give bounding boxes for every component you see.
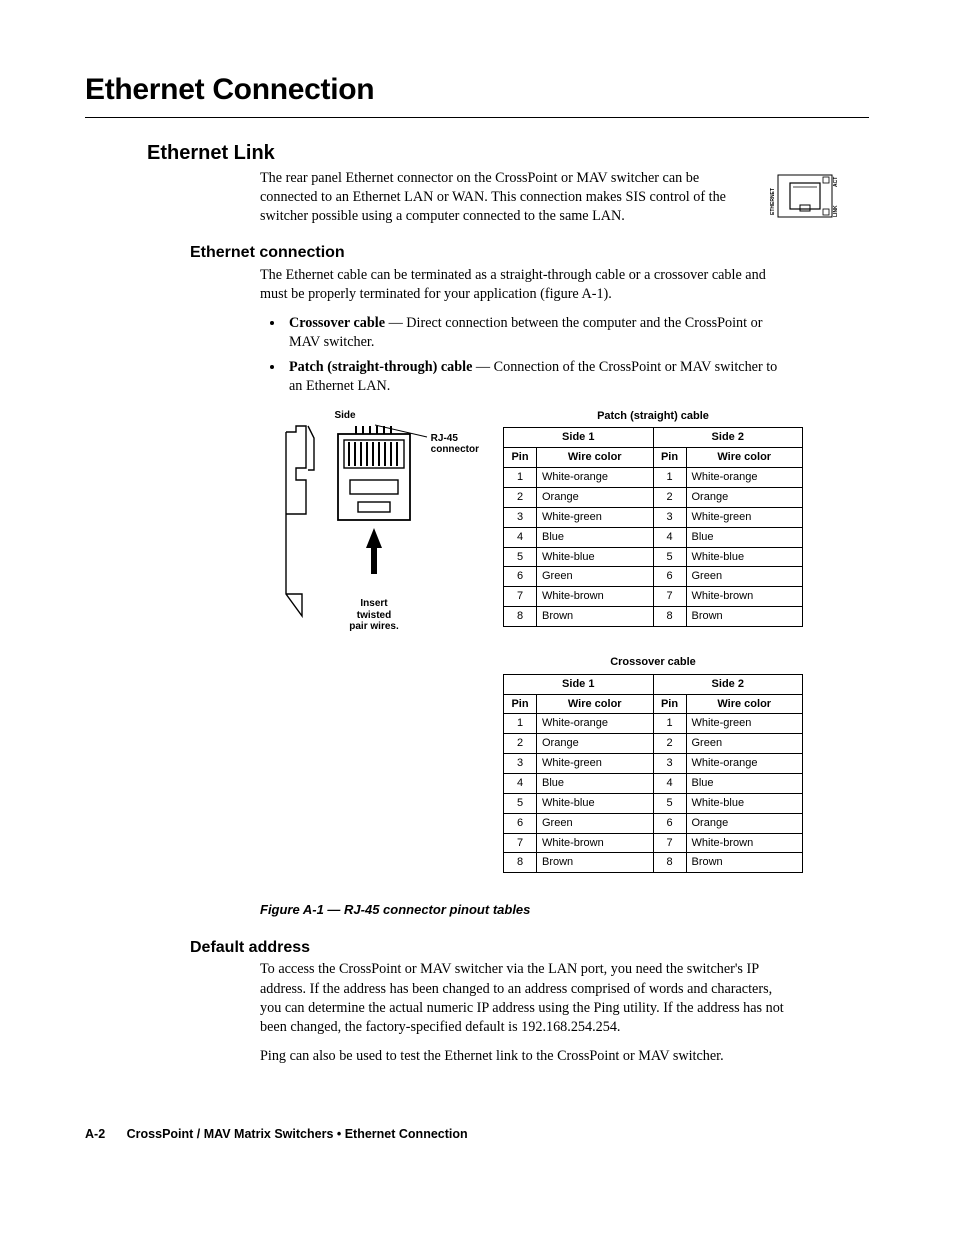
page-title: Ethernet Connection — [85, 70, 869, 111]
list-item: Crossover cable — Direct connection betw… — [285, 314, 784, 352]
connection-paragraph: The Ethernet cable can be terminated as … — [260, 266, 784, 304]
ethernet-port-icon: ETHERNET LINK ACT — [766, 169, 844, 223]
crossover-cable-table: Side 1Side 2 PinWire colorPinWire color … — [503, 674, 803, 873]
table-row: 6Green6Orange — [504, 813, 803, 833]
table-row: 4Blue4Blue — [504, 527, 803, 547]
table-row: 2Orange2Green — [504, 734, 803, 754]
table-row: 7White-brown7White-brown — [504, 833, 803, 853]
table-row: 5White-blue5White-blue — [504, 793, 803, 813]
intro-paragraph: The rear panel Ethernet connector on the… — [260, 169, 752, 227]
default-address-paragraph-2: Ping can also be used to test the Ethern… — [260, 1047, 784, 1066]
rj45-connector-label: RJ-45 connector — [431, 433, 479, 455]
table-row: 7White-brown7White-brown — [504, 587, 803, 607]
page-number: A-2 — [85, 1127, 105, 1141]
cable-type-list: Crossover cable — Direct connection betw… — [285, 314, 784, 397]
side-label: Side — [334, 409, 355, 423]
heading-ethernet-connection: Ethernet connection — [85, 242, 869, 264]
horizontal-rule — [85, 117, 869, 118]
patch-cable-table: Side 1Side 2 PinWire colorPinWire color … — [503, 427, 803, 626]
rj45-front-icon — [330, 424, 418, 594]
table-row: 6Green6Green — [504, 567, 803, 587]
patch-cable-title: Patch (straight) cable — [503, 409, 803, 424]
svg-text:LINK: LINK — [833, 204, 839, 216]
table-row: 1White-orange1White-green — [504, 714, 803, 734]
table-row: 8Brown8Brown — [504, 607, 803, 627]
table-row: 3White-green3White-orange — [504, 754, 803, 774]
table-row: 8Brown8Brown — [504, 853, 803, 873]
page-footer: A-2 CrossPoint / MAV Matrix Switchers • … — [85, 1126, 869, 1143]
table-row: 3White-green3White-green — [504, 507, 803, 527]
heading-ethernet-link: Ethernet Link — [85, 140, 869, 167]
table-row: 5White-blue5White-blue — [504, 547, 803, 567]
footer-doc-title: CrossPoint / MAV Matrix Switchers • Ethe… — [127, 1127, 468, 1141]
insert-wires-label: Insert twisted pair wires. — [349, 598, 398, 633]
table-row: 2Orange2Orange — [504, 488, 803, 508]
rj45-connector-diagram: Side — [215, 409, 475, 633]
default-address-paragraph-1: To access the CrossPoint or MAV switcher… — [260, 960, 784, 1037]
heading-default-address: Default address — [85, 937, 869, 959]
rj45-side-icon — [272, 424, 318, 624]
list-item: Patch (straight-through) cable — Connect… — [285, 358, 784, 396]
svg-text:ETHERNET: ETHERNET — [770, 188, 776, 215]
crossover-cable-title: Crossover cable — [503, 655, 803, 670]
table-row: 4Blue4Blue — [504, 773, 803, 793]
figure-caption: Figure A-1 — RJ-45 connector pinout tabl… — [260, 901, 869, 919]
svg-text:ACT: ACT — [833, 176, 839, 186]
table-row: 1White-orange1White-orange — [504, 468, 803, 488]
